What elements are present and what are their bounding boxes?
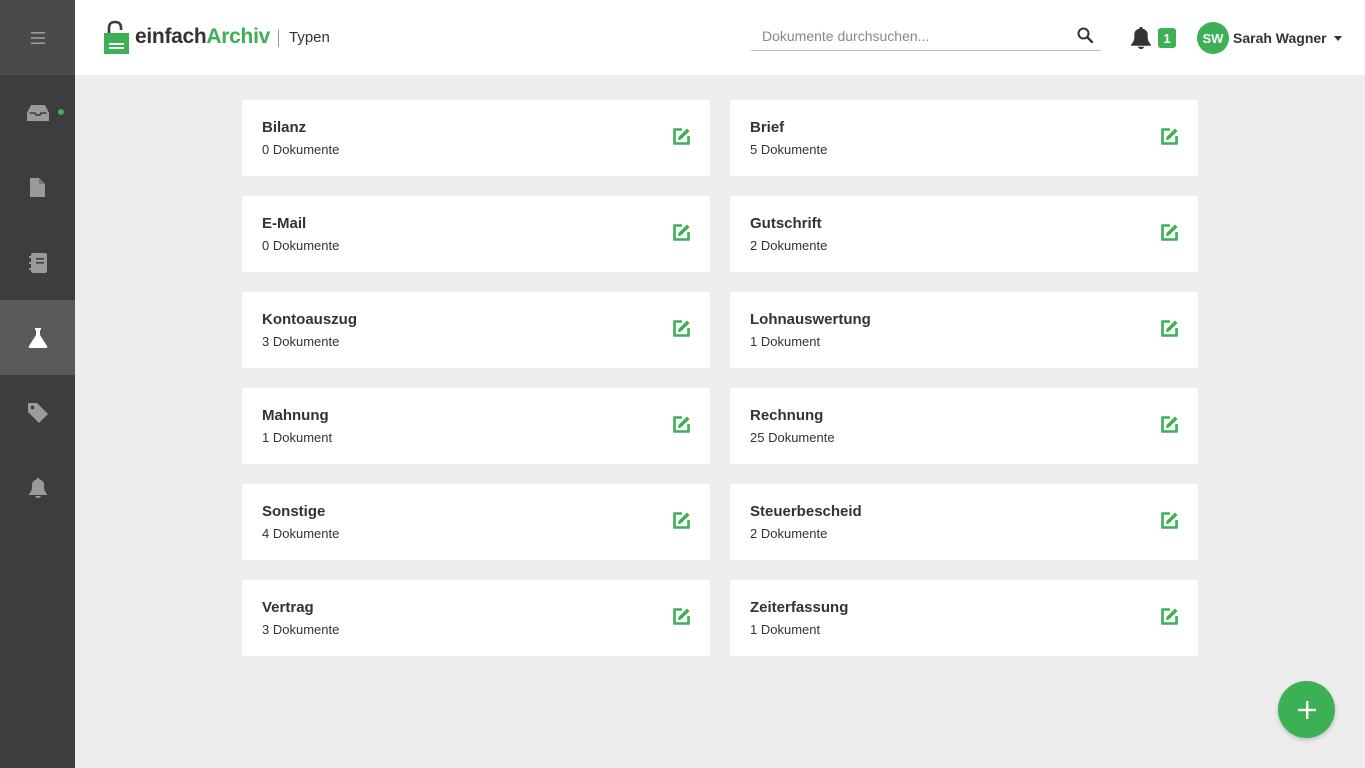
sidebar-item-types[interactable] (0, 300, 75, 375)
type-card[interactable]: Vertrag 3 Dokumente (242, 580, 710, 656)
top-header: einfachArchiv Typen 1 SW Sarah Wagner (75, 0, 1365, 75)
type-name: Kontoauszug (262, 311, 357, 328)
avatar: SW (1197, 22, 1229, 54)
type-document-count: 0 Dokumente (262, 238, 340, 253)
type-card[interactable]: Gutschrift 2 Dokumente (730, 196, 1198, 272)
type-card[interactable]: Steuerbescheid 2 Dokumente (730, 484, 1198, 560)
edit-icon (1161, 224, 1178, 241)
edit-type-button[interactable] (1161, 512, 1178, 534)
type-card[interactable]: Rechnung 25 Dokumente (730, 388, 1198, 464)
type-document-count: 2 Dokumente (750, 238, 828, 253)
type-card[interactable]: Kontoauszug 3 Dokumente (242, 292, 710, 368)
edit-type-button[interactable] (673, 608, 690, 630)
type-card[interactable]: Mahnung 1 Dokument (242, 388, 710, 464)
sidebar-toggle[interactable] (0, 0, 75, 75)
sidebar-item-documents[interactable] (0, 150, 75, 225)
edit-type-button[interactable] (1161, 608, 1178, 630)
sidebar-item-folders[interactable] (0, 225, 75, 300)
sidebar-item-tags[interactable] (0, 375, 75, 450)
notification-count-badge[interactable]: 1 (1158, 28, 1176, 48)
edit-icon (1161, 320, 1178, 337)
user-name: Sarah Wagner (1233, 30, 1327, 46)
menu-icon (30, 31, 45, 44)
edit-icon (673, 224, 690, 241)
page-title: Typen (289, 29, 330, 46)
type-name: Zeiterfassung (750, 599, 849, 616)
type-document-count: 3 Dokumente (262, 334, 340, 349)
edit-icon (673, 512, 690, 529)
app-logo[interactable]: einfachArchiv (104, 20, 270, 54)
type-document-count: 2 Dokumente (750, 526, 828, 541)
new-items-dot (58, 109, 64, 115)
edit-type-button[interactable] (1161, 320, 1178, 342)
notebook-icon (28, 252, 47, 273)
type-name: Sonstige (262, 503, 326, 520)
add-type-button[interactable] (1278, 681, 1335, 738)
type-card[interactable]: Bilanz 0 Dokumente (242, 100, 710, 176)
inbox-icon (26, 104, 49, 121)
type-card[interactable]: Lohnauswertung 1 Dokument (730, 292, 1198, 368)
type-document-count: 3 Dokumente (262, 622, 340, 637)
type-document-count: 25 Dokumente (750, 430, 835, 445)
edit-type-button[interactable] (1161, 128, 1178, 150)
header-divider (278, 29, 279, 47)
type-document-count: 4 Dokumente (262, 526, 340, 541)
type-card[interactable]: Sonstige 4 Dokumente (242, 484, 710, 560)
document-icon (30, 178, 45, 197)
sidebar (0, 0, 75, 768)
type-name: Rechnung (750, 407, 824, 424)
edit-icon (673, 320, 690, 337)
edit-icon (673, 608, 690, 625)
tag-icon (27, 402, 48, 423)
bell-icon (1131, 27, 1151, 49)
edit-icon (1161, 608, 1178, 625)
type-document-count: 0 Dokumente (262, 142, 340, 157)
search-button[interactable] (1077, 27, 1094, 48)
edit-type-button[interactable] (1161, 416, 1178, 438)
type-card[interactable]: E-Mail 0 Dokumente (242, 196, 710, 272)
type-document-count: 1 Dokument (262, 430, 333, 445)
type-card[interactable]: Brief 5 Dokumente (730, 100, 1198, 176)
bell-icon (28, 477, 47, 498)
edit-icon (1161, 416, 1178, 433)
type-name: Lohnauswertung (750, 311, 871, 328)
type-name: Mahnung (262, 407, 329, 424)
document-types-grid: Bilanz 0 Dokumente Brief 5 Dokumente E-M… (242, 100, 1198, 656)
flask-icon (28, 327, 47, 348)
edit-icon (673, 128, 690, 145)
edit-icon (1161, 512, 1178, 529)
sidebar-item-inbox[interactable] (0, 75, 75, 150)
type-document-count: 1 Dokument (750, 622, 821, 637)
edit-icon (673, 416, 690, 433)
edit-type-button[interactable] (673, 224, 690, 246)
search-bar (751, 22, 1101, 51)
edit-type-button[interactable] (673, 320, 690, 342)
type-name: E-Mail (262, 215, 307, 232)
edit-type-button[interactable] (673, 416, 690, 438)
edit-type-button[interactable] (673, 512, 690, 534)
search-icon (1077, 27, 1094, 44)
logo-text: einfachArchiv (135, 25, 270, 48)
type-name: Steuerbescheid (750, 503, 862, 520)
search-input[interactable] (751, 22, 1061, 49)
edit-icon (1161, 128, 1178, 145)
type-card[interactable]: Zeiterfassung 1 Dokument (730, 580, 1198, 656)
sidebar-item-notifications[interactable] (0, 450, 75, 525)
type-name: Brief (750, 119, 785, 136)
type-document-count: 5 Dokumente (750, 142, 828, 157)
archive-lock-logo-icon (104, 20, 129, 54)
type-name: Vertrag (262, 599, 314, 616)
user-menu[interactable]: SW Sarah Wagner (1197, 22, 1342, 54)
edit-type-button[interactable] (673, 128, 690, 150)
edit-type-button[interactable] (1161, 224, 1178, 246)
type-name: Gutschrift (750, 215, 822, 232)
plus-icon (1297, 700, 1316, 719)
type-name: Bilanz (262, 119, 307, 136)
chevron-down-icon (1333, 36, 1342, 41)
type-document-count: 1 Dokument (750, 334, 821, 349)
notifications-button[interactable] (1131, 27, 1151, 54)
